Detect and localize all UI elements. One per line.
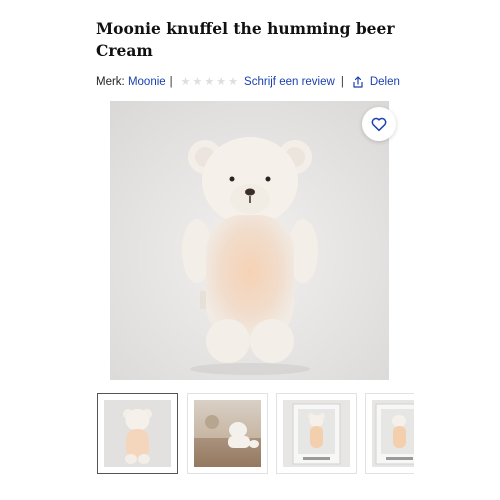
thumb-bear-box-partial-image (375, 403, 414, 465)
brand-label: Merk: (96, 76, 125, 88)
share-link[interactable]: Delen (370, 76, 400, 88)
favorite-button[interactable] (362, 107, 396, 141)
star-icon: ★ (228, 75, 239, 88)
thumbnail-3[interactable] (276, 393, 357, 474)
product-title: Moonie knuffel the humming beer Cream (96, 19, 395, 60)
separator: | (169, 76, 173, 88)
main-product-image[interactable] (110, 101, 389, 380)
write-review-link[interactable]: Schrijf een review (244, 76, 335, 88)
star-icon: ★ (204, 75, 215, 88)
star-icon: ★ (180, 75, 191, 88)
thumbnail-1[interactable] (97, 393, 178, 474)
star-icon: ★ (192, 75, 203, 88)
thumb-bear-lifestyle-image (194, 415, 261, 467)
thumbnail-2[interactable] (187, 393, 268, 474)
heart-outline-icon (371, 117, 387, 132)
star-icon: ★ (216, 75, 227, 88)
product-meta-row: Merk: Moonie | ★ ★ ★ ★ ★ Schrijf een rev… (96, 73, 400, 91)
separator: | (340, 76, 344, 88)
thumbnail-4[interactable] (365, 393, 414, 474)
bear-illustration (182, 137, 318, 375)
thumb-bear-in-box-image (292, 403, 341, 465)
thumb-bear-glowing-image (123, 409, 152, 464)
rating-stars: ★ ★ ★ ★ ★ (180, 75, 239, 88)
brand-link[interactable]: Moonie (128, 76, 166, 88)
share-icon[interactable] (352, 76, 364, 88)
